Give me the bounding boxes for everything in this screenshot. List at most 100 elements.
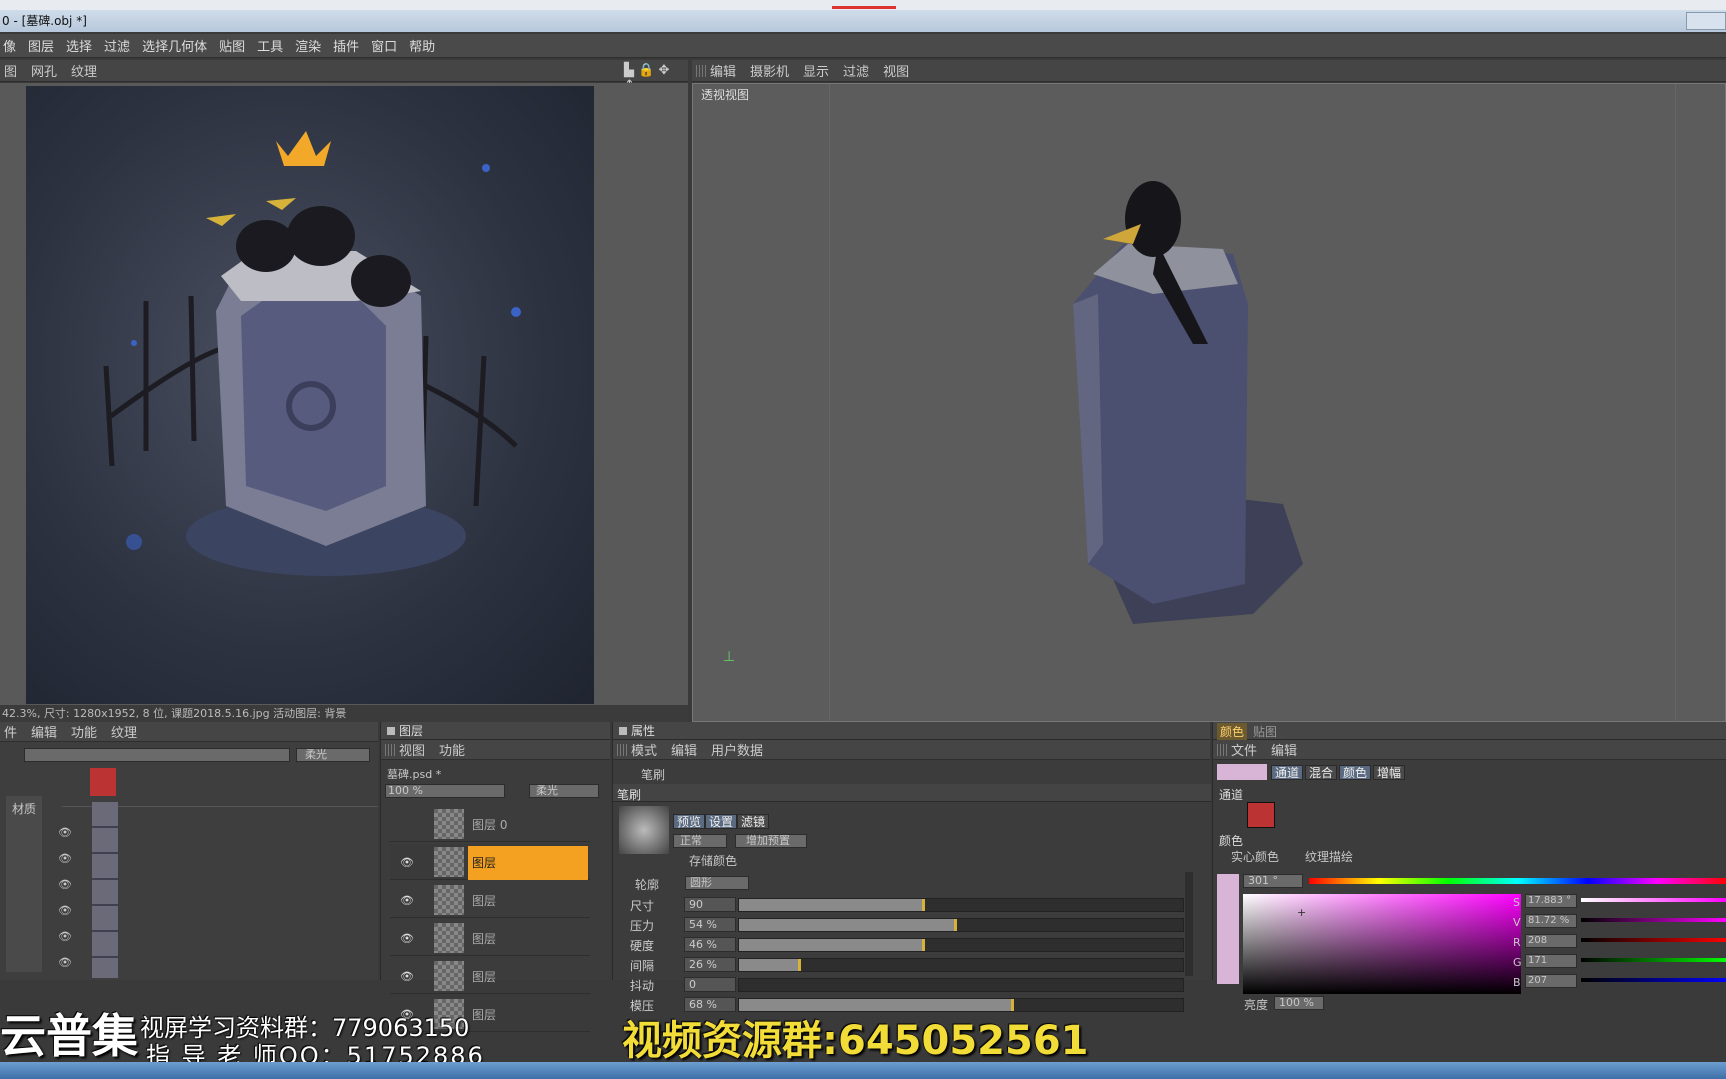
attributes-menu: 模式 编辑 用户数据 xyxy=(613,740,1210,760)
tab-mesh[interactable]: 网孔 xyxy=(27,61,67,80)
layer-row[interactable]: 👁 图层 xyxy=(390,920,590,956)
eye-icon[interactable]: 👁 xyxy=(58,826,72,839)
menu-function[interactable]: 功能 xyxy=(67,722,107,741)
layer-opacity[interactable]: 100 % xyxy=(385,784,505,798)
eye-icon[interactable]: 👁 xyxy=(400,856,414,869)
grip-icon[interactable] xyxy=(696,64,706,77)
material-blend-select[interactable]: 柔光 xyxy=(296,748,370,762)
g-slider[interactable] xyxy=(1581,958,1726,962)
menu-select-geometry[interactable]: 选择几何体 xyxy=(139,36,216,55)
perspective-viewport[interactable]: 透视视图 ⊥ xyxy=(692,83,1726,723)
window-controls[interactable] xyxy=(1686,12,1726,30)
texture-viewport[interactable] xyxy=(0,83,688,705)
saturation-value-picker[interactable] xyxy=(1243,894,1521,994)
tab-edit[interactable]: 编辑 xyxy=(706,61,746,80)
menu-edit[interactable]: 编辑 xyxy=(27,722,67,741)
property-slider[interactable] xyxy=(738,978,1184,992)
property-value[interactable]: 54 % xyxy=(684,917,736,932)
menu-layer[interactable]: 图层 xyxy=(25,36,63,55)
menu-texture-m[interactable]: 纹理 xyxy=(107,722,147,741)
layer-row[interactable]: 👁 图层 xyxy=(390,844,590,880)
hue-field[interactable]: 301 ° xyxy=(1243,874,1303,888)
layer-blend-select[interactable]: 柔光 xyxy=(529,784,599,798)
brightness-field[interactable]: 100 % xyxy=(1274,996,1324,1010)
r-slider[interactable] xyxy=(1581,938,1726,942)
menu-select[interactable]: 选择 xyxy=(63,36,101,55)
button-color[interactable]: 颜色 xyxy=(1339,765,1372,780)
menu-image[interactable]: 像 xyxy=(0,36,25,55)
tab-texture[interactable]: 纹理 xyxy=(67,61,107,80)
tab-image[interactable]: 图 xyxy=(0,61,27,80)
property-value[interactable]: 46 % xyxy=(684,937,736,952)
color-menu-file[interactable]: 文件 xyxy=(1227,740,1267,759)
add-preset-button[interactable]: 增加预置 xyxy=(735,834,807,848)
current-color-swatch[interactable] xyxy=(1217,764,1267,780)
menu-render[interactable]: 渲染 xyxy=(292,36,330,55)
store-color-label[interactable]: 存储颜色 xyxy=(689,852,737,869)
menu-plugins[interactable]: 插件 xyxy=(330,36,368,55)
property-slider[interactable] xyxy=(738,958,1184,972)
tab-preview[interactable]: 预览 xyxy=(673,814,706,829)
layer-row[interactable]: 👁 图层 xyxy=(390,958,590,994)
eye-icon[interactable]: 👁 xyxy=(58,956,72,969)
channel-swatch[interactable] xyxy=(1247,802,1275,828)
eye-icon[interactable]: 👁 xyxy=(58,930,72,943)
property-value[interactable]: 0 xyxy=(684,977,736,992)
material-swatch[interactable] xyxy=(90,768,116,796)
tab-filter[interactable]: 过滤 xyxy=(839,61,879,80)
b-field[interactable]: 207 xyxy=(1525,974,1577,988)
tab-color[interactable]: 颜色 xyxy=(1217,723,1248,740)
button-mix[interactable]: 混合 xyxy=(1305,765,1338,780)
attributes-scrollbar[interactable] xyxy=(1185,872,1193,976)
s-slider[interactable] xyxy=(1581,898,1726,902)
r-field[interactable]: 208 xyxy=(1525,934,1577,948)
property-slider[interactable] xyxy=(738,898,1184,912)
property-value[interactable]: 90 xyxy=(684,897,736,912)
eye-icon[interactable]: 👁 xyxy=(58,878,72,891)
s-field[interactable]: 17.883 ° xyxy=(1525,894,1577,908)
menu-file[interactable]: 件 xyxy=(0,722,27,741)
texture-paint-radio[interactable]: 纹理描绘 xyxy=(1305,848,1353,865)
eye-icon[interactable]: 👁 xyxy=(58,904,72,917)
material-slider[interactable] xyxy=(24,748,290,762)
property-slider[interactable] xyxy=(738,918,1184,932)
layers-menu-view[interactable]: 视图 xyxy=(395,740,435,759)
attr-menu-mode[interactable]: 模式 xyxy=(627,740,667,759)
layers-menu-function[interactable]: 功能 xyxy=(435,740,475,759)
color-menu-edit[interactable]: 编辑 xyxy=(1267,740,1307,759)
eye-icon[interactable]: 👁 xyxy=(400,932,414,945)
menu-tools[interactable]: 工具 xyxy=(254,36,292,55)
tab-texture-c[interactable]: 贴图 xyxy=(1253,723,1277,740)
property-value[interactable]: 26 % xyxy=(684,957,736,972)
attr-menu-userdata[interactable]: 用户数据 xyxy=(707,740,773,759)
layer-row[interactable]: 图层 0 xyxy=(390,806,590,842)
menu-filter[interactable]: 过滤 xyxy=(101,36,139,55)
button-channel[interactable]: 通道 xyxy=(1271,765,1304,780)
menu-help[interactable]: 帮助 xyxy=(406,36,444,55)
b-slider[interactable] xyxy=(1581,978,1726,982)
button-increase[interactable]: 增幅 xyxy=(1373,765,1406,780)
tab-view[interactable]: 视图 xyxy=(879,61,919,80)
solid-color-radio[interactable]: 实心颜色 xyxy=(1231,848,1279,865)
mode-select[interactable]: 正常 xyxy=(673,834,727,848)
shape-select[interactable]: 圆形 xyxy=(685,876,749,890)
eye-icon[interactable]: 👁 xyxy=(400,970,414,983)
material-channels[interactable] xyxy=(92,802,118,978)
materials-menu: 件 编辑 功能 纹理 xyxy=(0,722,378,742)
eye-icon[interactable]: 👁 xyxy=(400,894,414,907)
hue-slider[interactable] xyxy=(1309,878,1726,884)
v-slider[interactable] xyxy=(1581,918,1726,922)
v-field[interactable]: 81.72 % xyxy=(1525,914,1577,928)
layer-row[interactable]: 👁 图层 xyxy=(390,882,590,918)
tab-camera[interactable]: 摄影机 xyxy=(746,61,799,80)
property-slider[interactable] xyxy=(738,938,1184,952)
g-field[interactable]: 171 xyxy=(1525,954,1577,968)
menu-window[interactable]: 窗口 xyxy=(368,36,406,55)
menu-texture[interactable]: 贴图 xyxy=(216,36,254,55)
tab-filters[interactable]: 滤镜 xyxy=(737,814,770,829)
attr-menu-edit[interactable]: 编辑 xyxy=(667,740,707,759)
eye-icon[interactable]: 👁 xyxy=(58,852,72,865)
tab-settings[interactable]: 设置 xyxy=(705,814,738,829)
viewport-divider xyxy=(829,84,830,723)
tab-display[interactable]: 显示 xyxy=(799,61,839,80)
